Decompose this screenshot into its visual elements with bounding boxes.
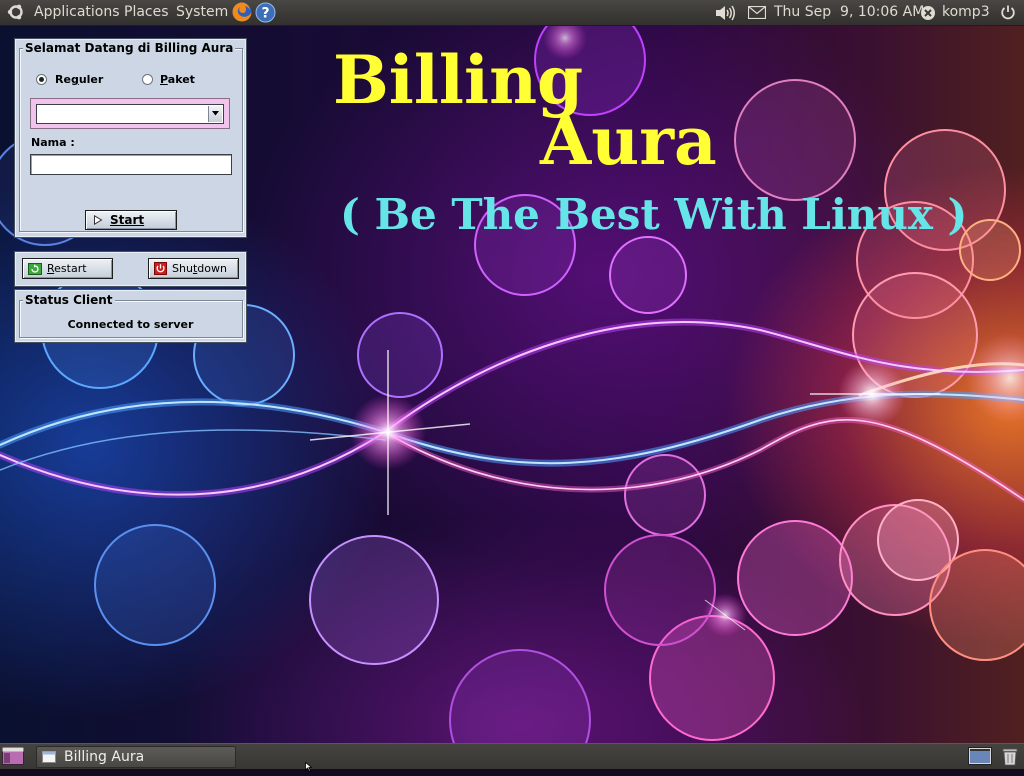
shutdown-button[interactable]: Shutdown: [148, 258, 239, 279]
menu-system[interactable]: System: [176, 0, 228, 25]
window-icon: [42, 751, 56, 763]
start-button-label: Start: [110, 213, 145, 227]
top-panel: Applications Places System ? Thu Sep 9, …: [0, 0, 1024, 26]
play-icon: [94, 215, 103, 225]
chevron-down-icon: [212, 111, 219, 116]
taskbar-button-label: Billing Aura: [64, 749, 145, 765]
welcome-group-title: Selamat Datang di Billing Aura: [23, 41, 236, 55]
desktop-title-aura: Aura: [540, 102, 717, 180]
radio-reguler[interactable]: [36, 74, 47, 85]
status-group-title: Status Client: [23, 293, 115, 307]
mouse-cursor-icon: [305, 757, 313, 776]
user-name[interactable]: komp3: [942, 0, 990, 25]
shutdown-button-label: Shutdown: [172, 262, 227, 275]
bottom-panel: Billing Aura: [0, 743, 1024, 769]
restart-icon: [28, 263, 42, 275]
power-window: Restart Shutdown: [15, 252, 246, 286]
shutdown-icon: [154, 262, 167, 275]
user-status-icon[interactable]: [920, 5, 936, 25]
package-dropdown[interactable]: [36, 104, 224, 124]
name-input[interactable]: [30, 154, 232, 175]
power-icon[interactable]: [1000, 4, 1016, 24]
menu-applications[interactable]: Applications: [34, 0, 120, 25]
ubuntu-logo-icon[interactable]: [7, 3, 25, 25]
restart-button[interactable]: Restart: [22, 258, 113, 279]
status-text: Connected to server: [67, 318, 194, 331]
workspace-switcher-icon[interactable]: [968, 747, 992, 769]
show-desktop-icon[interactable]: [2, 747, 24, 769]
radio-reguler-label[interactable]: Reguler: [55, 73, 103, 86]
firefox-icon[interactable]: [231, 1, 253, 27]
clock[interactable]: Thu Sep 9, 10:06 AM: [774, 0, 924, 25]
name-label: Nama :: [31, 136, 75, 149]
volume-icon[interactable]: [714, 5, 736, 25]
menu-places[interactable]: Places: [124, 0, 169, 25]
radio-paket[interactable]: [142, 74, 153, 85]
trash-icon[interactable]: [1000, 746, 1020, 770]
dropdown-arrow-button[interactable]: [208, 106, 222, 122]
radio-paket-label[interactable]: Paket: [160, 73, 195, 86]
desktop-tagline: ( Be The Best With Linux ): [340, 190, 968, 239]
login-window: Selamat Datang di Billing Aura Reguler P…: [15, 39, 246, 237]
taskbar-button-billing-aura[interactable]: Billing Aura: [36, 746, 236, 768]
help-icon[interactable]: ?: [255, 2, 276, 27]
restart-button-label: Restart: [47, 262, 87, 275]
status-window: Status Client Connected to server: [15, 290, 246, 342]
svg-text:?: ?: [261, 6, 269, 22]
mail-icon[interactable]: [747, 5, 767, 23]
start-button[interactable]: Start: [85, 210, 177, 230]
